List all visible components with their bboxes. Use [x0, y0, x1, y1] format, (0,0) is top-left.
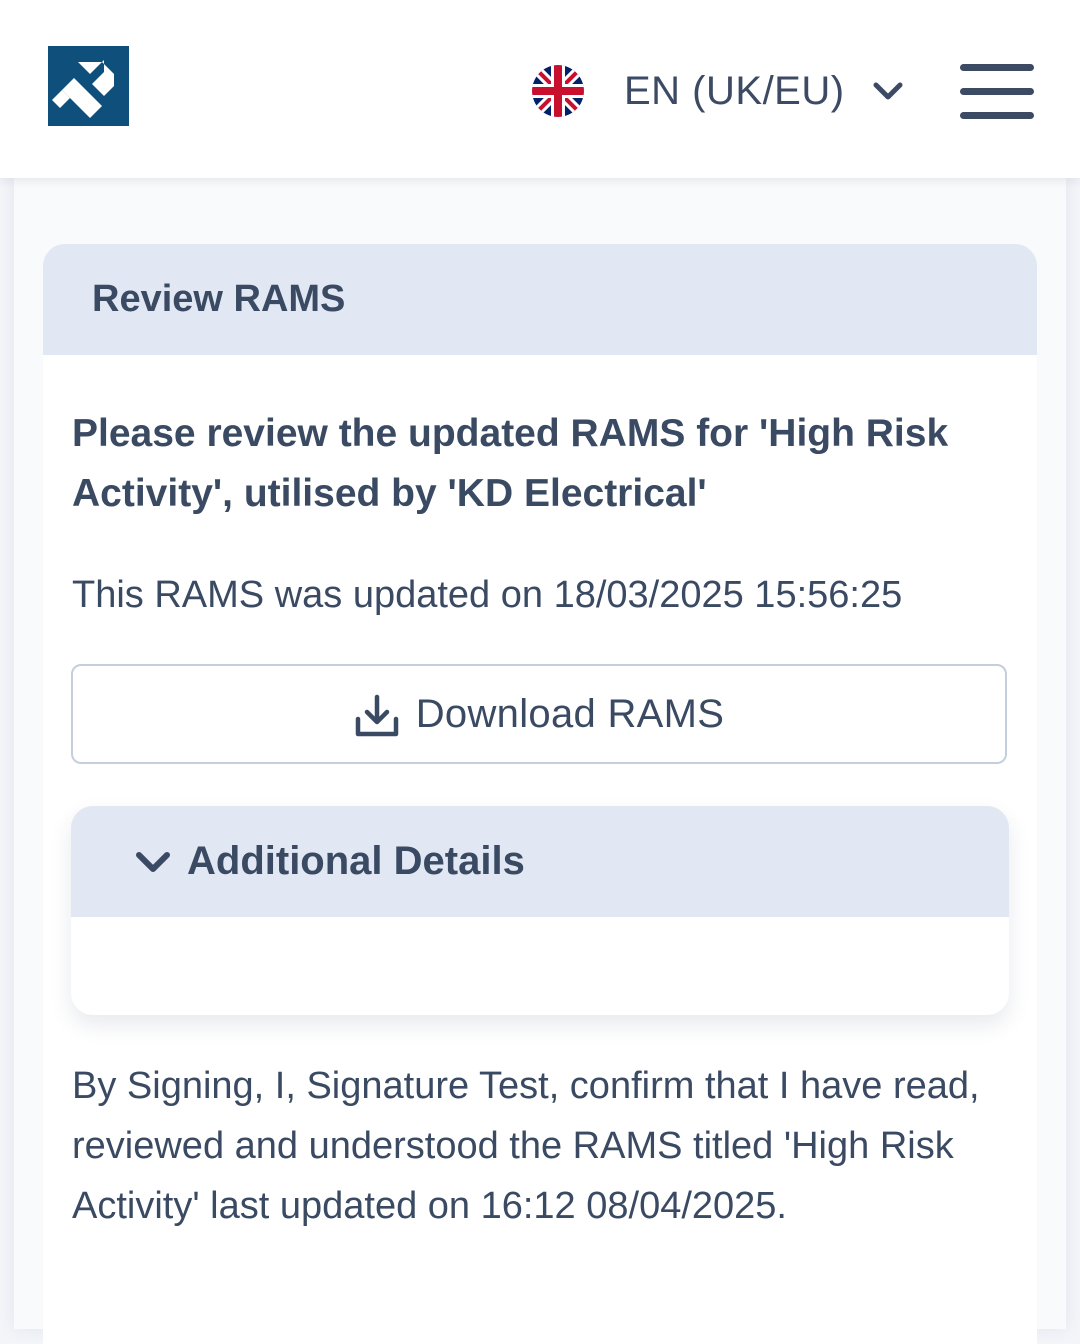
review-instructions: Please review the updated RAMS for 'High…: [72, 412, 949, 515]
updated-timestamp: This RAMS was updated on 18/03/2025 15:5…: [72, 574, 903, 616]
hamburger-menu-button[interactable]: [960, 64, 1034, 120]
logo-mark-icon: [48, 46, 129, 126]
language-label: EN (UK/EU): [624, 68, 845, 113]
download-rams-label: Download RAMS: [415, 691, 725, 736]
card-title: Review RAMS: [92, 278, 346, 320]
menu-bar: [960, 64, 1034, 71]
chevron-down-icon: [873, 82, 903, 100]
download-icon: [355, 694, 398, 737]
additional-details-toggle[interactable]: Additional Details: [71, 806, 1009, 917]
signing-statement: By Signing, I, Signature Test, confirm t…: [72, 1065, 980, 1227]
company-logo[interactable]: [48, 46, 129, 126]
chevron-down-icon: [136, 851, 170, 872]
top-navigation-bar: EN (UK/EU): [0, 0, 1080, 178]
menu-bar: [960, 112, 1034, 119]
uk-flag-icon: [532, 65, 584, 117]
menu-bar: [960, 88, 1034, 95]
language-selector[interactable]: EN (UK/EU): [532, 64, 905, 118]
card-header: Review RAMS: [43, 244, 1037, 355]
download-rams-button[interactable]: Download RAMS: [71, 664, 1007, 764]
additional-details-title: Additional Details: [187, 839, 525, 883]
review-rams-card: Review RAMS Please review the updated RA…: [43, 244, 1037, 1344]
additional-details-accordion: Additional Details: [71, 806, 1009, 1015]
